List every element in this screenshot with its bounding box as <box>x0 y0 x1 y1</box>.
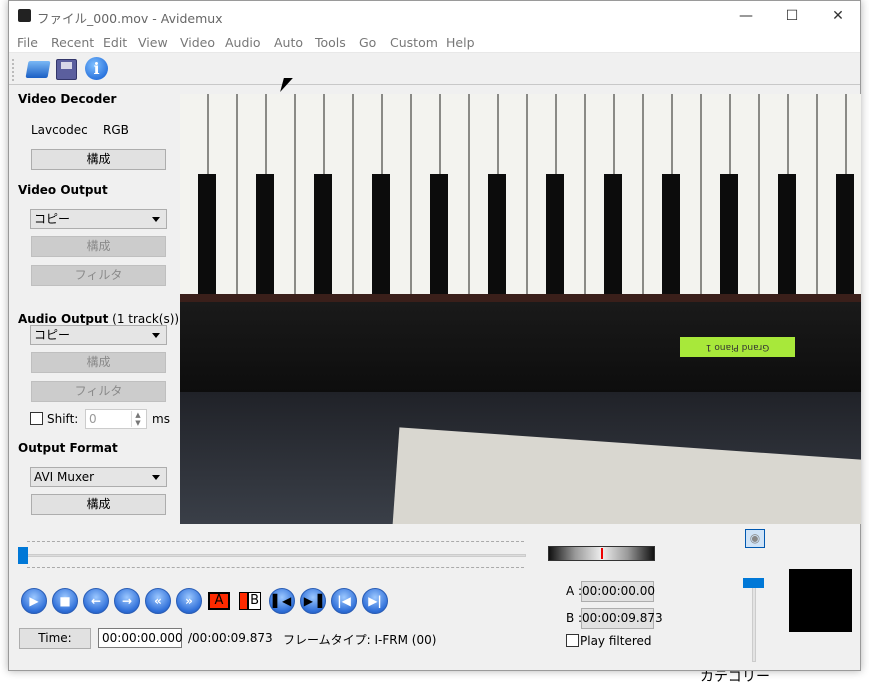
timeline-slider-handle[interactable] <box>18 547 28 564</box>
menu-go[interactable]: Go <box>359 35 376 50</box>
close-button[interactable]: ✕ <box>823 5 853 27</box>
menu-tools[interactable]: Tools <box>315 35 346 50</box>
menu-view[interactable]: View <box>138 35 168 50</box>
go-marker-b-button[interactable]: ▶▐ <box>300 588 326 614</box>
video-output-select[interactable]: コピー <box>30 209 167 229</box>
timeline-track[interactable] <box>19 554 526 557</box>
audio-configure-button[interactable]: 構成 <box>31 352 166 373</box>
fast-forward-button[interactable]: » <box>176 588 202 614</box>
marker-a-label: A : <box>566 584 583 598</box>
rewind-button[interactable]: « <box>145 588 171 614</box>
minimize-button[interactable]: — <box>731 5 761 27</box>
previous-frame-button[interactable]: ← <box>83 588 109 614</box>
timeline-ticks-top <box>27 541 524 547</box>
menu-auto[interactable]: Auto <box>274 35 303 50</box>
info-icon[interactable]: i <box>85 57 108 80</box>
piano-black-keys <box>180 174 861 299</box>
audio-output-select[interactable]: コピー <box>30 325 167 345</box>
menu-recent[interactable]: Recent <box>51 35 94 50</box>
avidemux-window: ファイル_000.mov - Avidemux — ☐ ✕ File Recen… <box>8 0 861 671</box>
stop-button[interactable]: ■ <box>52 588 78 614</box>
shift-checkbox[interactable] <box>30 412 43 425</box>
format-configure-button[interactable]: 構成 <box>31 494 166 515</box>
video-filters-button[interactable]: フィルタ <box>31 265 166 286</box>
menu-bar: File Recent Edit View Video Audio Auto T… <box>9 31 860 53</box>
title-bar: ファイル_000.mov - Avidemux — ☐ ✕ <box>9 1 860 31</box>
shift-unit: ms <box>152 412 170 426</box>
menu-custom[interactable]: Custom <box>390 35 438 50</box>
play-filtered-label: Play filtered <box>580 634 652 648</box>
toolbar: i <box>9 53 860 85</box>
menu-edit[interactable]: Edit <box>103 35 127 50</box>
open-folder-icon[interactable] <box>25 61 51 78</box>
marker-b-value: 00:00:09.873 <box>581 608 663 629</box>
toolbar-grip <box>12 59 14 81</box>
time-button[interactable]: Time: <box>19 628 91 649</box>
jog-shuttle[interactable] <box>548 546 655 561</box>
video-preview: Grand Piano 1 <box>180 94 861 524</box>
menu-audio[interactable]: Audio <box>225 35 261 50</box>
set-marker-a-button[interactable]: A <box>208 592 230 610</box>
next-keyframe-button[interactable]: ▶| <box>362 588 388 614</box>
marker-a-value: 00:00:00.00 <box>581 581 655 602</box>
go-marker-a-button[interactable]: ▌◀ <box>269 588 295 614</box>
clapperboard-icon <box>18 9 31 22</box>
shift-label: Shift: <box>47 412 79 426</box>
video-configure-button[interactable]: 構成 <box>31 236 166 257</box>
video-decoder-heading: Video Decoder <box>18 92 117 106</box>
total-duration: /00:00:09.873 <box>188 631 273 645</box>
audio-output-title: Audio Output <box>18 312 109 326</box>
shift-spinner[interactable]: ▲ ▼ <box>131 411 144 427</box>
piano-felt <box>180 294 861 302</box>
frame-type: フレームタイプ: I-FRM (00) <box>283 633 437 647</box>
play-filtered-checkbox[interactable] <box>566 634 579 647</box>
piano-lcd: Grand Piano 1 <box>680 337 795 357</box>
video-output-heading: Video Output <box>18 183 108 197</box>
audio-meter <box>789 569 852 632</box>
decoder-codec: Lavcodec <box>31 123 88 137</box>
audio-track-count: (1 track(s)) <box>112 312 180 326</box>
save-floppy-icon[interactable] <box>56 59 77 80</box>
window-title: ファイル_000.mov - Avidemux <box>37 11 223 26</box>
output-format-heading: Output Format <box>18 441 118 455</box>
audio-output-heading: Audio Output (1 track(s)) <box>18 312 179 326</box>
menu-help[interactable]: Help <box>446 35 475 50</box>
current-time-input[interactable]: 00:00:00.000 <box>98 628 183 648</box>
previous-keyframe-button[interactable]: |◀ <box>331 588 357 614</box>
audio-filters-button[interactable]: フィルタ <box>31 381 166 402</box>
marker-b-label: B : <box>566 611 583 625</box>
maximize-button[interactable]: ☐ <box>777 5 807 27</box>
decoder-configure-button[interactable]: 構成 <box>31 149 166 170</box>
next-frame-button[interactable]: → <box>114 588 140 614</box>
menu-video[interactable]: Video <box>180 35 215 50</box>
volume-slider-handle[interactable] <box>743 578 764 588</box>
decoder-colorspace: RGB <box>103 123 129 137</box>
speaker-icon[interactable]: ◉ <box>745 529 765 548</box>
output-format-select[interactable]: AVI Muxer <box>30 467 167 487</box>
volume-track[interactable] <box>752 586 756 662</box>
menu-file[interactable]: File <box>17 35 38 50</box>
set-marker-b-button[interactable]: B <box>239 592 261 610</box>
timeline-ticks-bottom <box>27 567 524 573</box>
play-button[interactable]: ▶ <box>21 588 47 614</box>
